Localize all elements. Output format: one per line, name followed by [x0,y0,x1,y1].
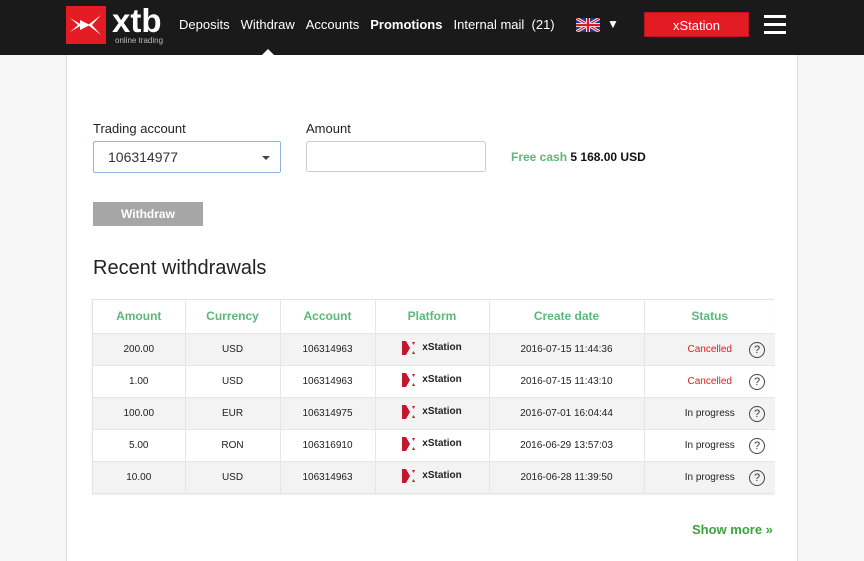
platform-name: xStation [422,406,462,417]
platform-name: xStation [422,470,462,482]
status-badge: Cancelled [687,343,732,355]
column-header-account: Account [280,300,376,334]
cell-platform: xStation [375,461,490,493]
cell-status: In progress? [644,397,775,430]
column-header-amount: Amount [93,300,186,334]
chevron-down-icon [262,156,270,160]
hamburger-icon[interactable] [764,15,786,35]
column-header-currency: Currency [185,300,281,334]
amount-label: Amount [306,121,351,136]
status-badge: In progress [684,439,735,451]
status-badge: In progress [684,471,735,483]
platform-badge: xStation [402,436,462,451]
cell-currency: USD [185,461,281,493]
xstation-logo-icon [402,436,416,451]
main-nav: Deposits Withdraw Accounts Promotions In… [179,17,566,32]
top-navigation-bar: xtb online trading Deposits Withdraw Acc… [0,0,864,55]
xtb-logo[interactable]: xtb online trading [66,2,168,45]
logo-wordmark: xtb [112,2,162,39]
cell-status: In progress? [644,429,775,462]
cell-platform: xStation [375,333,490,366]
cell-amount: 100.00 [93,397,186,430]
table-row: 5.00 RON 106316910 xStation 2016-06-29 13:57… [93,429,775,462]
cell-amount: 200.00 [93,333,186,366]
xstation-logo-icon [402,468,416,483]
platform-name: xStation [422,342,462,353]
nav-promotions[interactable]: Promotions [370,17,442,32]
cell-currency: USD [185,365,281,398]
xstation-logo-icon [402,372,416,387]
help-icon[interactable]: ? [749,341,765,358]
trading-account-value: 106314977 [108,149,179,165]
xstation-logo-icon [402,404,416,419]
status-badge: In progress [684,407,735,419]
trading-account-label: Trading account [93,121,186,136]
cell-create-date: 2016-06-28 11:39:50 [489,461,645,493]
cell-platform: xStation [375,365,490,398]
cell-create-date: 2016-07-15 11:44:36 [489,333,645,366]
table-row: 1.00 USD 106314963 xStation 2016-07-15 11:43… [93,365,775,398]
free-cash: Free cash 5 168.00 USD [511,150,646,164]
help-icon[interactable]: ? [749,405,765,422]
cell-currency: EUR [185,397,281,430]
platform-badge: xStation [402,404,462,419]
free-cash-value: 5 168.00 USD [570,150,646,164]
cell-currency: USD [185,333,281,366]
platform-name: xStation [422,438,462,449]
column-header-status: Status [644,300,775,334]
cell-status: Cancelled? [644,333,775,366]
nav-deposits[interactable]: Deposits [179,17,230,32]
column-header-platform: Platform [375,300,490,334]
cell-platform: xStation [375,397,490,430]
cell-account: 106314963 [280,333,376,366]
uk-flag-icon[interactable] [576,18,600,32]
table-row: 10.00 USD 106314963 xStation 2016-06-28 11:3… [93,461,775,493]
xstation-button[interactable]: xStation [644,12,749,37]
help-icon[interactable]: ? [749,373,765,390]
platform-name: xStation [422,374,462,385]
cell-amount: 1.00 [93,365,186,398]
cell-account: 106314975 [280,397,376,430]
xstation-logo-icon [402,340,416,355]
cell-account: 106316910 [280,429,376,462]
logo-tagline: online trading [115,36,164,45]
cell-create-date: 2016-07-15 11:43:10 [489,365,645,398]
recent-withdrawals-title: Recent withdrawals [93,257,267,279]
column-header-create-date: Create date [489,300,645,334]
nav-withdraw[interactable]: Withdraw [241,17,295,32]
help-icon[interactable]: ? [749,437,765,454]
cell-account: 106314963 [280,461,376,493]
table-header-row: Amount Currency Account Platform Create … [93,300,775,334]
xtb-logo-mark-icon [66,6,106,44]
cell-account: 106314963 [280,365,376,398]
cell-platform: xStation [375,429,490,462]
platform-badge: xStation [402,340,462,355]
status-badge: Cancelled [687,375,732,387]
help-icon[interactable]: ? [749,469,765,486]
withdraw-button[interactable]: Withdraw [93,202,203,226]
cell-create-date: 2016-06-29 13:57:03 [489,429,645,462]
platform-badge: xStation [402,372,462,387]
cell-create-date: 2016-07-01 16:04:44 [489,397,645,430]
cell-status: In progress? [644,461,775,493]
nav-accounts[interactable]: Accounts [306,17,359,32]
withdraw-page: Trading account 106314977 Amount Free ca… [66,55,798,561]
cell-currency: RON [185,429,281,462]
nav-internal-mail[interactable]: Internal mail (21) [453,17,554,32]
trading-account-select[interactable]: 106314977 [93,141,281,173]
amount-input[interactable] [306,141,486,172]
cell-amount: 10.00 [93,461,186,493]
table-row: 100.00 EUR 106314975 xStation 2016-07-01 16:… [93,397,775,430]
cell-amount: 5.00 [93,429,186,462]
withdrawals-table: Amount Currency Account Platform Create … [92,299,775,494]
show-more-link[interactable]: Show more » [692,522,773,537]
cell-status: Cancelled? [644,365,775,398]
free-cash-label: Free cash [511,150,568,164]
table-row: 200.00 USD 106314963 xStation 2016-07-15 11:… [93,333,775,366]
platform-badge: xStation [402,468,462,483]
language-dropdown-icon[interactable]: ▼ [607,17,619,31]
